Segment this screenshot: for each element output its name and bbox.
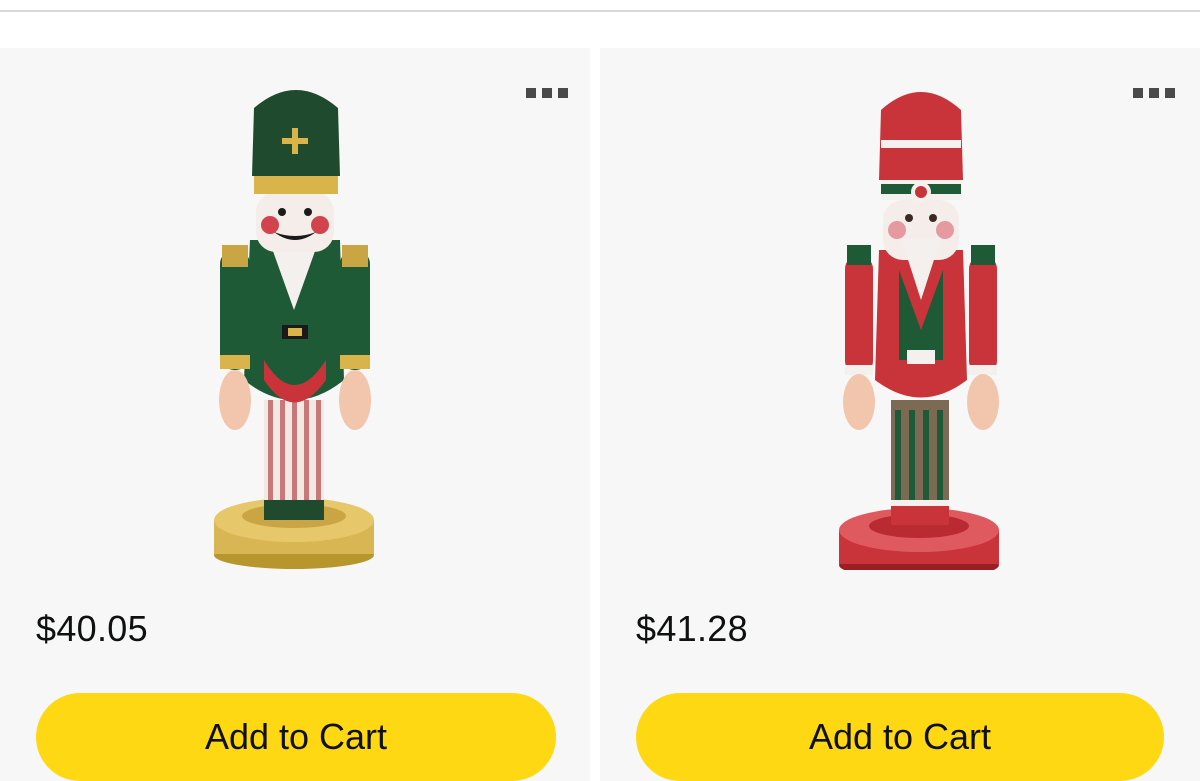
- more-options-icon[interactable]: [526, 88, 574, 98]
- green-nutcracker-image[interactable]: [164, 80, 404, 570]
- red-nutcracker-image[interactable]: [799, 80, 1039, 570]
- product-card[interactable]: $40.05 Add to Cart: [0, 48, 590, 781]
- product-card[interactable]: $41.28 Add to Cart: [600, 48, 1200, 781]
- top-divider: [0, 10, 1200, 12]
- add-to-cart-button[interactable]: Add to Cart: [636, 693, 1164, 781]
- product-price: $41.28: [636, 608, 748, 649]
- add-to-cart-button[interactable]: Add to Cart: [36, 693, 556, 781]
- more-options-icon[interactable]: [1133, 88, 1181, 98]
- product-price: $40.05: [36, 608, 148, 649]
